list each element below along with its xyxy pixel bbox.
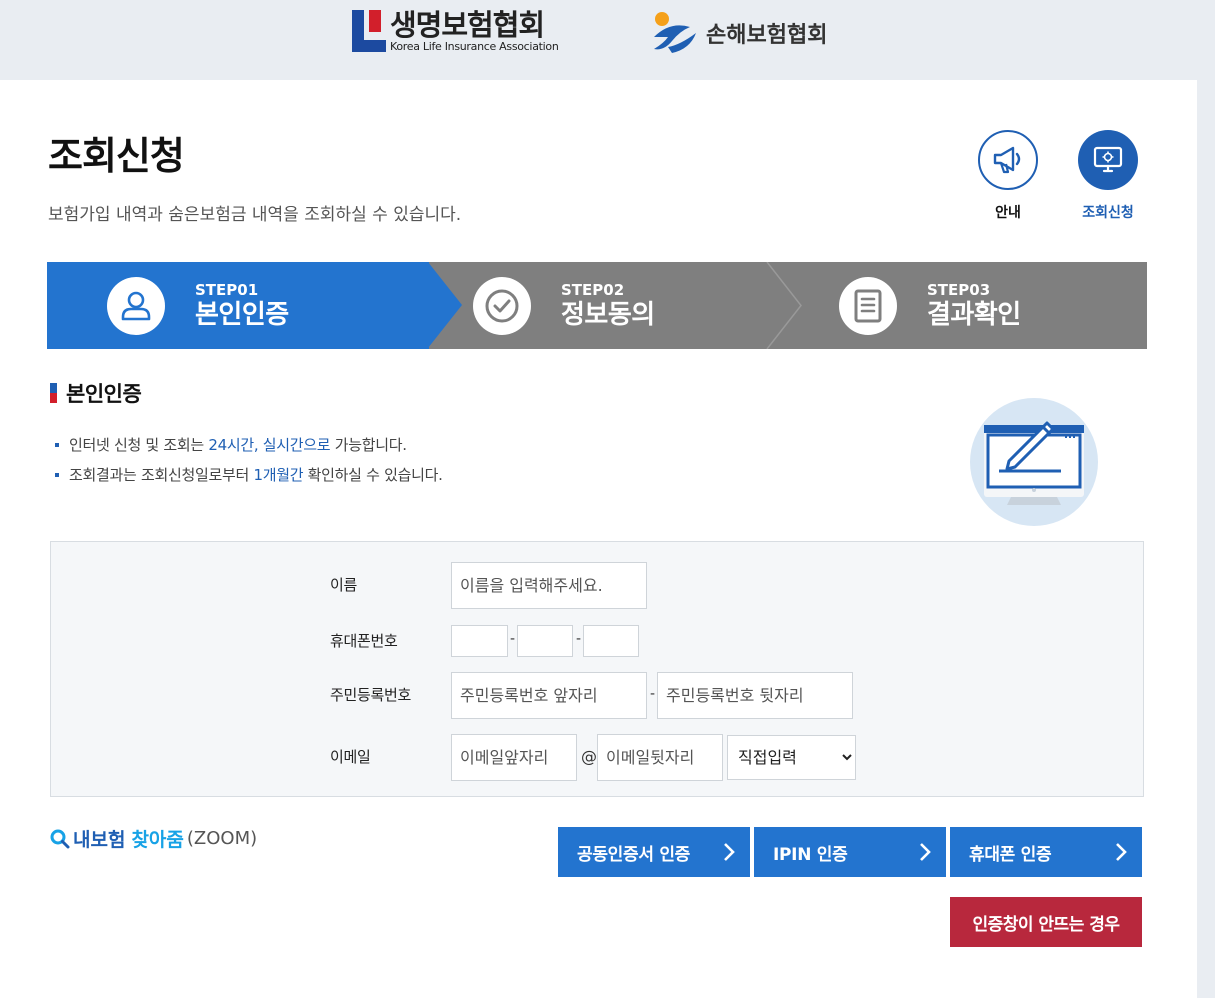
life-logo-mark-icon bbox=[352, 10, 386, 52]
section-title-text: 본인인증 bbox=[66, 382, 142, 406]
document-icon bbox=[839, 276, 897, 335]
phone-label: 휴대폰번호 bbox=[330, 632, 398, 650]
quick-link-guide[interactable]: 안내 bbox=[976, 130, 1040, 222]
search-icon bbox=[50, 829, 70, 848]
phone-auth-button[interactable]: 휴대폰 인증 bbox=[950, 827, 1142, 877]
step-2: STEP02 정보동의 bbox=[473, 262, 655, 349]
step-3-number: STEP03 bbox=[927, 280, 991, 299]
email-label: 이메일 bbox=[330, 748, 371, 766]
phone-last-input[interactable] bbox=[583, 625, 639, 657]
life-insurance-logo[interactable]: 생명보험협회 Korea Life Insurance Association bbox=[352, 10, 559, 56]
step-2-name: 정보동의 bbox=[561, 299, 655, 330]
section-flag-icon bbox=[50, 383, 57, 403]
top-header: 생명보험협회 Korea Life Insurance Association … bbox=[0, 0, 1215, 80]
page-description: 보험가입 내역과 숨은보험금 내역을 조회하실 수 있습니다. bbox=[48, 205, 462, 225]
section-title: 본인인증 bbox=[50, 378, 142, 408]
rrn-separator: - bbox=[650, 686, 656, 702]
chevron-right-icon bbox=[920, 843, 931, 861]
step-2-number: STEP02 bbox=[561, 280, 625, 299]
chevron-right-icon bbox=[724, 843, 735, 861]
step-3-name: 결과확인 bbox=[927, 299, 1021, 330]
email-back-input[interactable] bbox=[597, 734, 723, 781]
life-logo-en: Korea Life Insurance Association bbox=[390, 40, 559, 53]
life-logo-ko: 생명보험협회 bbox=[390, 8, 545, 42]
megaphone-icon bbox=[978, 130, 1038, 190]
rrn-front-input[interactable] bbox=[451, 672, 647, 719]
nonlife-logo-mark-icon bbox=[654, 12, 696, 53]
phone-first-input[interactable] bbox=[451, 625, 508, 657]
step-1-number: STEP01 bbox=[195, 280, 259, 299]
cert-auth-label: 공동인증서 인증 bbox=[577, 844, 690, 865]
zoom-service-link[interactable]: 내보험 찾아줌 (ZOOM) bbox=[50, 825, 257, 852]
ipin-auth-label: IPIN 인증 bbox=[773, 844, 848, 865]
cert-auth-button[interactable]: 공동인증서 인증 bbox=[558, 827, 750, 877]
rrn-label: 주민등록번호 bbox=[330, 686, 412, 704]
notice-item: 조회결과는 조회신청일로부터 1개월간 확인하실 수 있습니다. bbox=[55, 460, 443, 490]
phone-separator: - bbox=[576, 631, 582, 647]
email-front-input[interactable] bbox=[451, 734, 577, 781]
chevron-right-icon bbox=[1116, 843, 1127, 861]
step-1-name: 본인인증 bbox=[195, 299, 289, 330]
zoom-text-1: 내보험 bbox=[73, 829, 126, 851]
zoom-text-3: (ZOOM) bbox=[186, 828, 258, 849]
quick-link-guide-label: 안내 bbox=[995, 205, 1021, 221]
nonlife-insurance-logo[interactable]: 손해보험협회 bbox=[650, 10, 827, 56]
auth-popup-help-button[interactable]: 인증창이 안뜨는 경우 bbox=[950, 897, 1142, 947]
computer-illustration-icon bbox=[970, 398, 1098, 526]
quick-link-apply-label: 조회신청 bbox=[1082, 205, 1134, 221]
user-icon bbox=[107, 276, 165, 335]
phone-auth-label: 휴대폰 인증 bbox=[969, 844, 1052, 865]
nonlife-logo-ko: 손해보험협회 bbox=[706, 23, 828, 48]
email-at-sign: @ bbox=[581, 747, 597, 766]
name-label: 이름 bbox=[330, 576, 358, 594]
check-circle-icon bbox=[473, 276, 531, 335]
name-input[interactable] bbox=[451, 562, 647, 609]
phone-middle-input[interactable] bbox=[517, 625, 573, 657]
phone-separator: - bbox=[510, 631, 516, 647]
step-progress-bar: STEP01 본인인증 STEP02 정보동의 STEP03 결과확인 bbox=[47, 262, 1147, 349]
notice-item: 인터넷 신청 및 조회는 24시간, 실시간으로 가능합니다. bbox=[55, 430, 443, 460]
zoom-text-2: 찾아줌 bbox=[131, 829, 184, 851]
step-3: STEP03 결과확인 bbox=[839, 262, 1021, 349]
rrn-back-input[interactable] bbox=[657, 672, 853, 719]
page-title: 조회신청 bbox=[48, 134, 185, 178]
notice-list: 인터넷 신청 및 조회는 24시간, 실시간으로 가능합니다. 조회결과는 조회… bbox=[55, 430, 443, 490]
monitor-icon bbox=[1078, 130, 1138, 190]
email-domain-select[interactable]: 직접입력 bbox=[727, 735, 856, 780]
ipin-auth-button[interactable]: IPIN 인증 bbox=[754, 827, 946, 877]
step-divider-chevron bbox=[766, 262, 802, 349]
quick-link-apply[interactable]: 조회신청 bbox=[1076, 130, 1140, 222]
step-1: STEP01 본인인증 bbox=[107, 262, 289, 349]
